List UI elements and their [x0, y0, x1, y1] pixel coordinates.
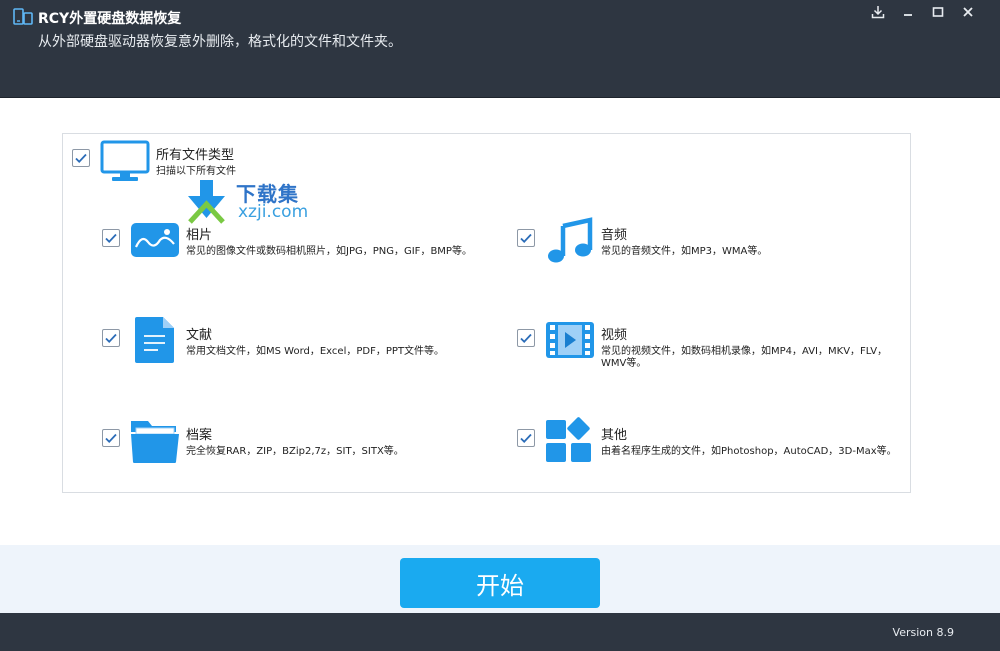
video-desc: 常见的视频文件，如数码相机录像，如MP4，AVI，MKV，FLV，WMV等。	[601, 346, 888, 369]
window-controls	[864, 3, 982, 21]
watermark-en: xzji.com	[238, 202, 309, 222]
folder-icon	[130, 418, 180, 468]
audio-desc: 常见的音频文件，如MP3，WMA等。	[601, 246, 768, 257]
status-bar: Version 8.9	[0, 613, 1000, 651]
all-types-title: 所有文件类型	[156, 148, 235, 163]
all-types-checkbox[interactable]	[72, 149, 90, 167]
other-checkbox[interactable]	[517, 429, 535, 447]
video-checkbox[interactable]	[517, 329, 535, 347]
video-title: 视频	[601, 328, 628, 343]
close-icon[interactable]	[954, 3, 982, 21]
archives-desc: 完全恢复RAR，ZIP，BZip2,7z，SIT，SITX等。	[186, 446, 404, 457]
app-logo-icon	[12, 7, 34, 27]
version-label: Version 8.9	[892, 626, 954, 639]
other-title: 其他	[601, 428, 628, 443]
apps-grid-icon	[545, 416, 595, 468]
monitor-icon	[100, 140, 150, 186]
maximize-icon[interactable]	[924, 3, 952, 21]
documents-checkbox[interactable]	[102, 329, 120, 347]
download-icon[interactable]	[864, 3, 892, 21]
archives-title: 档案	[186, 428, 213, 443]
minimize-icon[interactable]	[894, 3, 922, 21]
audio-checkbox[interactable]	[517, 229, 535, 247]
film-icon	[545, 321, 595, 363]
photos-title: 相片	[186, 228, 213, 243]
documents-desc: 常用文档文件，如MS Word，Excel，PDF，PPT文件等。	[186, 346, 444, 357]
music-note-icon	[546, 217, 594, 269]
photos-desc: 常见的图像文件或数码相机照片，如JPG，PNG，GIF，BMP等。	[186, 246, 472, 257]
documents-title: 文献	[186, 328, 213, 343]
image-icon	[130, 222, 180, 262]
photos-checkbox[interactable]	[102, 229, 120, 247]
app-title: RCY外置硬盘数据恢复	[38, 11, 182, 27]
document-icon	[134, 316, 176, 368]
watermark-arrow-icon	[188, 180, 225, 224]
all-types-desc: 扫描以下所有文件	[156, 166, 236, 177]
audio-title: 音频	[601, 228, 628, 243]
start-button[interactable]: 开始	[400, 558, 600, 608]
title-bar: RCY外置硬盘数据恢复 从外部硬盘驱动器恢复意外删除，格式化的文件和文件夹。	[0, 0, 1000, 98]
other-desc: 由着名程序生成的文件，如Photoshop，AutoCAD，3D-Max等。	[601, 446, 897, 457]
watermark: 下载集 xzji.com	[180, 178, 320, 224]
archives-checkbox[interactable]	[102, 429, 120, 447]
app-subtitle: 从外部硬盘驱动器恢复意外删除，格式化的文件和文件夹。	[38, 34, 402, 50]
